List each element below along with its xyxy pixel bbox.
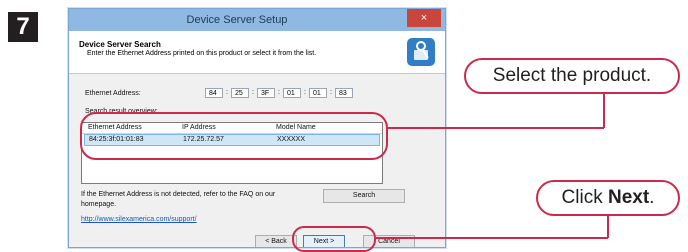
callout-select-text: Select the product. <box>492 65 652 86</box>
callout-click-prefix: Click <box>561 187 603 208</box>
callout-click-bold: Next <box>607 187 650 208</box>
callout-click-next: Click Next. <box>536 180 680 216</box>
callout-click-suffix: . <box>649 187 655 208</box>
callout-select-product: Select the product. <box>464 58 680 94</box>
